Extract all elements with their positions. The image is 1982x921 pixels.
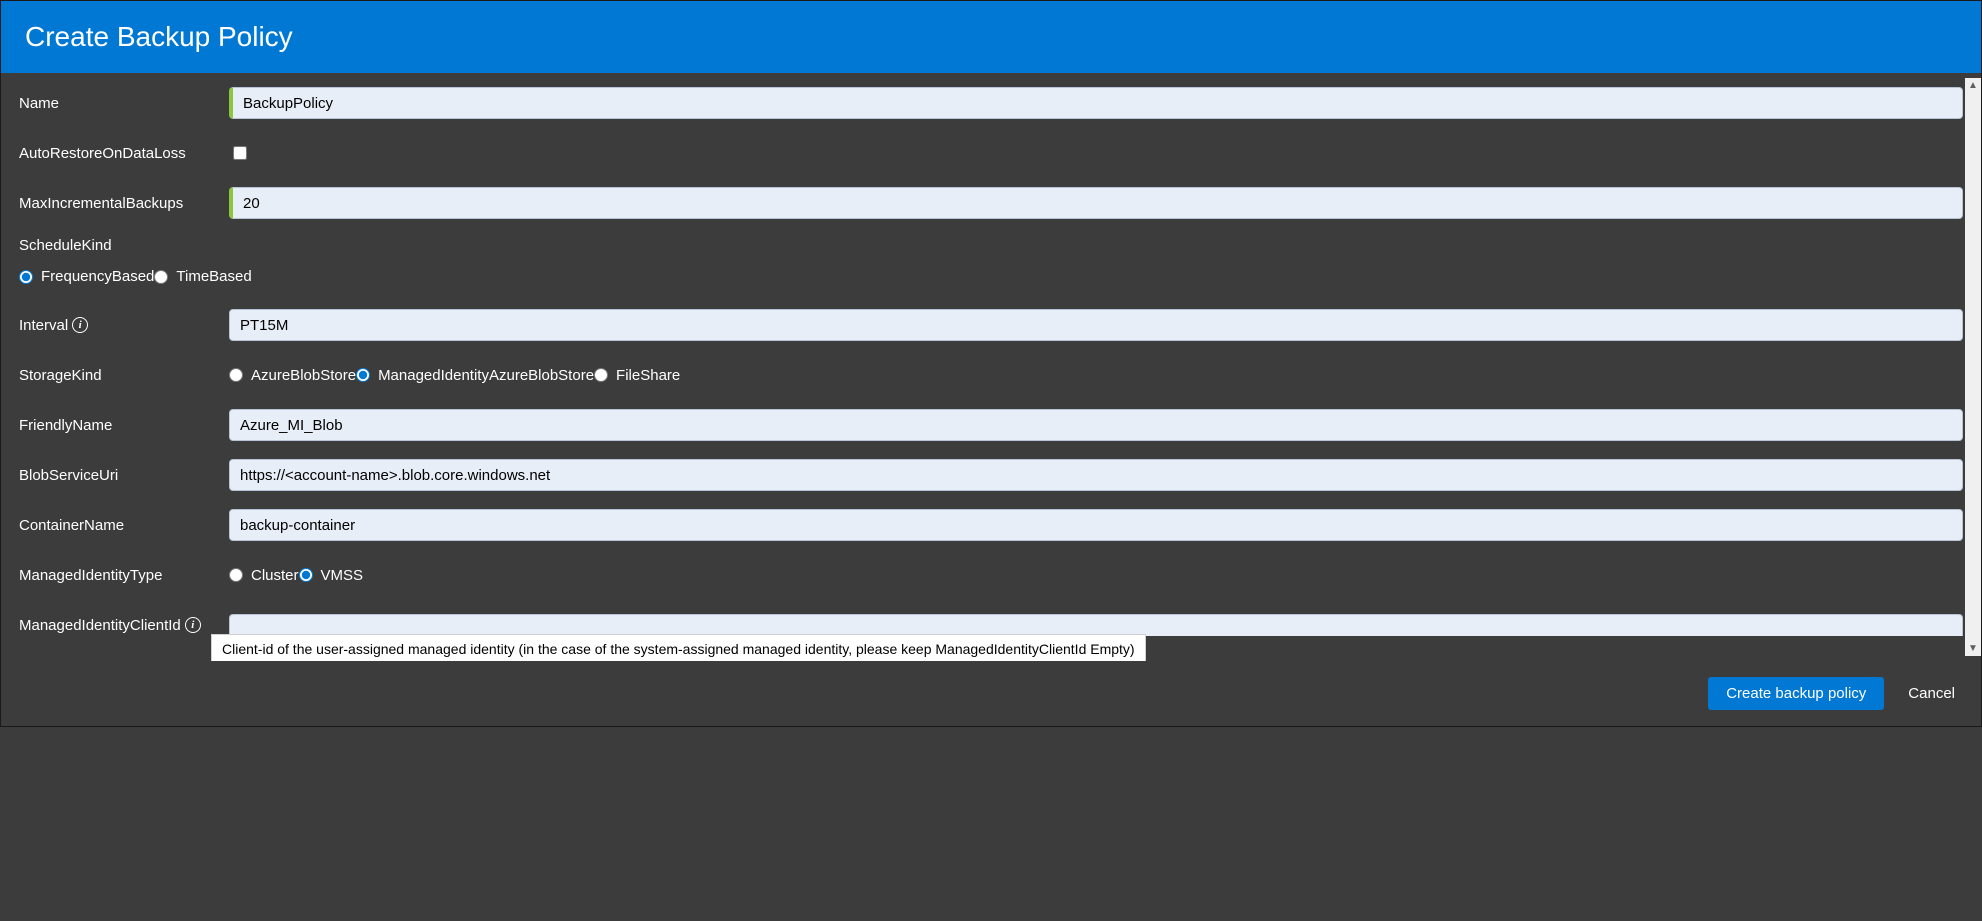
radiolabel-fileshare: FileShare (616, 367, 680, 384)
radio-azureblobstore[interactable] (229, 368, 243, 382)
dialog-body: Name AutoRestoreOnDataLoss MaxIncrementa… (1, 73, 1981, 661)
radiolabel-managedidentityazureblobstore: ManagedIdentityAzureBlobStore (378, 367, 594, 384)
scroll-down-icon[interactable]: ▼ (1968, 641, 1978, 656)
info-icon[interactable]: i (185, 617, 201, 633)
info-icon[interactable]: i (72, 317, 88, 333)
create-backup-policy-dialog: Create Backup Policy Name AutoRestoreOnD… (0, 0, 1982, 727)
row-friendlyname: FriendlyName (19, 409, 1963, 441)
radio-managedidentityazureblobstore[interactable] (356, 368, 370, 382)
input-friendlyname[interactable] (229, 409, 1963, 441)
radio-frequencybased[interactable] (19, 270, 33, 284)
row-interval: Interval i (19, 309, 1963, 341)
radiolabel-frequencybased: FrequencyBased (41, 268, 154, 285)
label-name: Name (19, 95, 229, 112)
input-containername[interactable] (229, 509, 1963, 541)
radiolabel-vmss: VMSS (321, 567, 364, 584)
radiogroup-managedidentitytype: Cluster VMSS (229, 567, 1963, 584)
input-maxincremental[interactable] (229, 187, 1963, 219)
radiogroup-storagekind: AzureBlobStore ManagedIdentityAzureBlobS… (229, 367, 1963, 384)
checkbox-autorestore[interactable] (233, 146, 247, 160)
dialog-title: Create Backup Policy (1, 1, 1981, 73)
row-managedidentitytype: ManagedIdentityType Cluster VMSS (19, 559, 1963, 591)
row-storagekind: StorageKind AzureBlobStore ManagedIdenti… (19, 359, 1963, 391)
dialog-footer: Create backup policy Cancel (1, 661, 1981, 726)
label-friendlyname: FriendlyName (19, 417, 229, 434)
radiolabel-timebased: TimeBased (176, 268, 251, 285)
row-maxincremental: MaxIncrementalBackups (19, 187, 1963, 219)
label-storagekind: StorageKind (19, 367, 229, 384)
tooltip-managedidentityclientid: Client-id of the user-assigned managed i… (211, 634, 1146, 661)
scroll-up-icon[interactable]: ▲ (1968, 78, 1978, 93)
label-schedulekind: ScheduleKind (19, 237, 1963, 254)
label-managedidentitytype: ManagedIdentityType (19, 567, 229, 584)
radio-timebased[interactable] (154, 270, 168, 284)
input-blobserviceuri[interactable] (229, 459, 1963, 491)
row-containername: ContainerName (19, 509, 1963, 541)
radio-vmss[interactable] (299, 568, 313, 582)
radiogroup-schedulekind: FrequencyBased TimeBased (19, 268, 1963, 285)
label-maxincremental: MaxIncrementalBackups (19, 195, 229, 212)
input-name[interactable] (229, 87, 1963, 119)
row-managedidentityclientid: ManagedIdentityClientId i Client-id of t… (19, 609, 1963, 641)
label-autorestore: AutoRestoreOnDataLoss (19, 145, 229, 162)
label-interval: Interval i (19, 317, 229, 334)
label-containername: ContainerName (19, 517, 229, 534)
row-blobserviceuri: BlobServiceUri (19, 459, 1963, 491)
radio-fileshare[interactable] (594, 368, 608, 382)
radiolabel-azureblobstore: AzureBlobStore (251, 367, 356, 384)
cancel-button[interactable]: Cancel (1904, 677, 1959, 710)
label-blobserviceuri: BlobServiceUri (19, 467, 229, 484)
row-name: Name (19, 87, 1963, 119)
input-interval[interactable] (229, 309, 1963, 341)
labeltext-interval: Interval (19, 317, 68, 334)
labeltext-managedidentityclientid: ManagedIdentityClientId (19, 617, 181, 634)
row-autorestore: AutoRestoreOnDataLoss (19, 137, 1963, 169)
vertical-scrollbar[interactable]: ▲ ▼ (1965, 78, 1981, 656)
radiolabel-cluster: Cluster (251, 567, 299, 584)
radio-cluster[interactable] (229, 568, 243, 582)
label-managedidentityclientid: ManagedIdentityClientId i (19, 617, 229, 634)
input-managedidentityclientid[interactable] (229, 614, 1963, 636)
create-backup-policy-button[interactable]: Create backup policy (1708, 677, 1884, 710)
